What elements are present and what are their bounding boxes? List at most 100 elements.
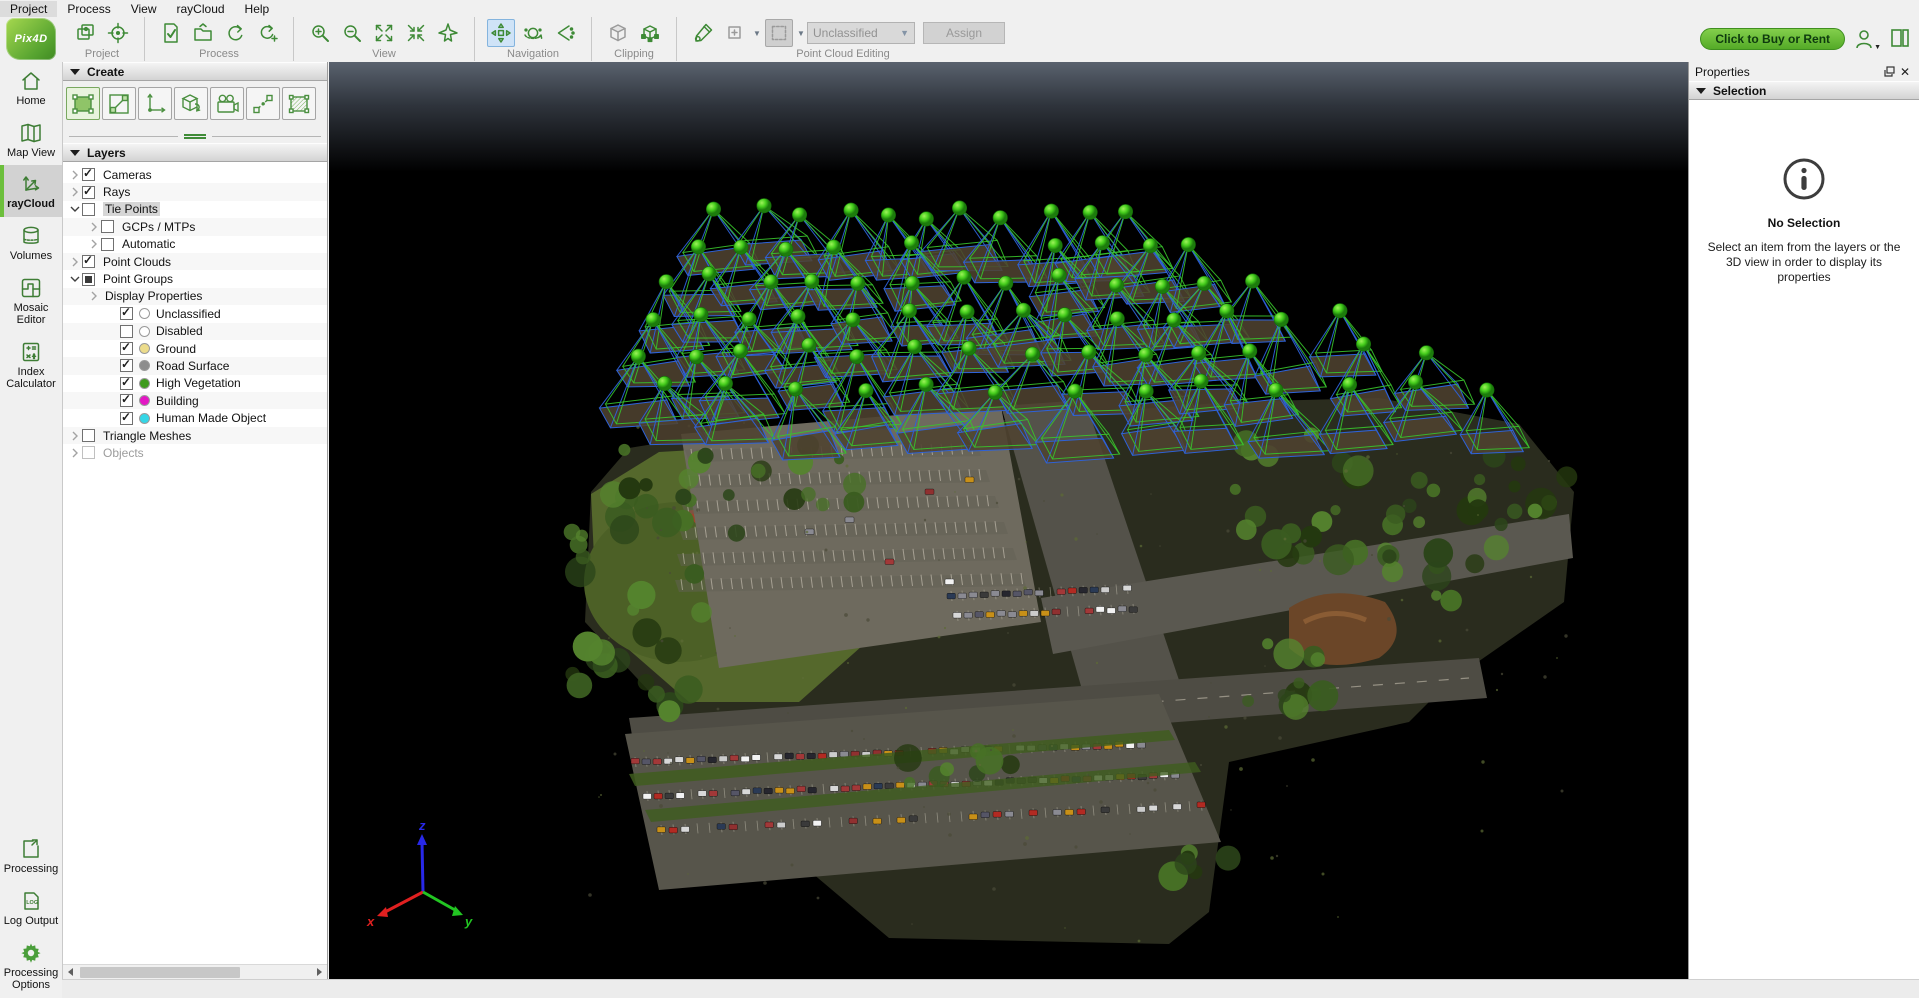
expander-icon[interactable] [67, 429, 82, 443]
new-volume-button[interactable] [174, 87, 208, 120]
expander-icon[interactable] [67, 168, 82, 182]
layer-checkbox[interactable] [120, 392, 133, 408]
layer-checkbox[interactable] [120, 357, 133, 373]
process-button[interactable] [221, 19, 249, 47]
layer-row-rays[interactable]: Rays [63, 183, 327, 201]
rail-item-processing-options[interactable]: Processing Options [0, 934, 62, 998]
layer-checkbox[interactable] [82, 253, 95, 269]
reoptimize-button[interactable] [157, 19, 185, 47]
new-video-animation-button[interactable] [210, 87, 244, 120]
new-orientation-constraint-button[interactable] [138, 87, 172, 120]
edit-point-cloud-button[interactable] [689, 19, 717, 47]
gcp-manager-button[interactable] [104, 19, 132, 47]
selection-rect-tool-button[interactable] [765, 19, 793, 47]
expander-icon[interactable] [67, 185, 82, 199]
zoom-to-fit-button[interactable] [370, 19, 398, 47]
zoom-to-selection-button[interactable] [402, 19, 430, 47]
layer-row-triangle-meshes[interactable]: Triangle Meshes [63, 426, 327, 445]
layer-checkbox[interactable] [82, 429, 95, 443]
layer-row-disabled[interactable]: Disabled [63, 322, 327, 340]
rail-item-processing[interactable]: Processing [0, 830, 62, 882]
raycloud-3d-view[interactable]: z x y [329, 62, 1688, 979]
layer-checkbox[interactable] [101, 237, 114, 251]
assign-button[interactable]: Assign [923, 22, 1006, 44]
menu-view[interactable]: View [121, 1, 167, 17]
toggle-panels-button[interactable] [1889, 27, 1911, 52]
layer-row-cameras[interactable]: Cameras [63, 166, 327, 183]
layer-row-point-groups[interactable]: Point Groups [63, 270, 327, 287]
user-account-button[interactable]: ▼ [1853, 27, 1881, 51]
expander-icon[interactable] [67, 446, 82, 460]
layer-row-point-clouds[interactable]: Point Clouds [63, 252, 327, 271]
clipping-box-button[interactable] [604, 19, 632, 47]
layer-checkbox[interactable] [120, 340, 133, 356]
rail-item-volumes[interactable]: Volumes [0, 217, 62, 269]
horizontal-scrollbar[interactable] [63, 964, 327, 979]
layer-checkbox[interactable] [120, 305, 133, 321]
layer-checkbox[interactable] [82, 446, 95, 460]
layer-row-high-vegetation[interactable]: High Vegetation [63, 375, 327, 392]
open-results-folder-button[interactable] [189, 19, 217, 47]
rail-item-map-view[interactable]: Map View [0, 114, 62, 166]
layer-checkbox[interactable] [82, 272, 95, 286]
3d-scene-canvas[interactable]: z x y [329, 62, 1688, 979]
layer-row-tie-points[interactable]: Tie Points [63, 201, 327, 218]
layer-checkbox[interactable] [82, 166, 95, 182]
layer-checkbox[interactable] [120, 410, 133, 425]
layer-row-human-made-object[interactable]: Human Made Object [63, 409, 327, 426]
layer-checkbox[interactable] [120, 324, 133, 338]
layer-row-building[interactable]: Building [63, 392, 327, 410]
reprocess-button[interactable] [253, 19, 281, 47]
layer-row-automatic[interactable]: Automatic [63, 236, 327, 253]
layer-checkbox[interactable] [120, 375, 133, 390]
layer-checkbox[interactable] [101, 220, 114, 234]
scrollbar-thumb[interactable] [80, 966, 240, 978]
layer-row-display-properties[interactable]: Display Properties [63, 287, 327, 306]
new-scale-constraint-button[interactable] [102, 87, 136, 120]
expander-icon[interactable] [67, 202, 82, 216]
expander-icon[interactable] [67, 272, 82, 286]
point-class-dropdown[interactable]: Unclassified ▼ [807, 22, 915, 44]
buy-or-rent-button[interactable]: Click to Buy or Rent [1700, 28, 1846, 50]
selection-section-header[interactable]: Selection [1689, 81, 1919, 100]
selection-rect-dropdown-caret[interactable]: ▼ [795, 19, 807, 47]
create-panel-header[interactable]: Create [63, 62, 327, 81]
expander-icon[interactable] [67, 255, 82, 269]
layer-row-gcps-mtps[interactable]: GCPs / MTPs [63, 218, 327, 236]
selection-add-tool-button[interactable] [721, 19, 749, 47]
float-panel-button[interactable] [1881, 64, 1897, 79]
expander-icon[interactable] [86, 220, 101, 234]
panel-splitter[interactable] [63, 130, 327, 143]
first-person-view-button[interactable] [551, 19, 579, 47]
selection-add-dropdown-caret[interactable]: ▼ [751, 19, 763, 47]
rail-item-index-calculator[interactable]: Index Calculator [0, 333, 62, 397]
menu-project[interactable]: Project [0, 0, 58, 17]
rail-item-log-output[interactable]: LOG Log Output [0, 882, 62, 934]
menu-raycloud[interactable]: rayCloud [167, 1, 235, 17]
flythrough-button[interactable] [434, 19, 462, 47]
edit-clipping-box-button[interactable] [636, 19, 664, 47]
pan-navigation-button[interactable] [487, 19, 515, 47]
rail-item-mosaic-editor[interactable]: Mosaic Editor [0, 269, 62, 333]
close-panel-button[interactable]: ✕ [1897, 64, 1913, 79]
trackball-navigation-button[interactable] [519, 19, 547, 47]
layer-row-unclassified[interactable]: Unclassified [63, 305, 327, 322]
project-images-button[interactable] [72, 19, 100, 47]
layer-row-ground[interactable]: Ground [63, 340, 327, 357]
layer-checkbox[interactable] [82, 202, 95, 216]
expander-icon[interactable] [86, 289, 101, 303]
layer-row-road-surface[interactable]: Road Surface [63, 357, 327, 375]
new-processing-area-button[interactable] [66, 87, 100, 120]
layer-checkbox[interactable] [82, 184, 95, 199]
rail-item-home[interactable]: Home [0, 62, 62, 114]
zoom-out-button[interactable] [338, 19, 366, 47]
menu-help[interactable]: Help [235, 1, 280, 17]
layer-row-objects[interactable]: Objects [63, 444, 327, 461]
menu-process[interactable]: Process [57, 1, 120, 17]
scroll-right-arrow[interactable] [312, 965, 327, 980]
new-polyline-button[interactable] [246, 87, 280, 120]
rail-item-raycloud[interactable]: rayCloud [0, 165, 62, 217]
zoom-in-button[interactable] [306, 19, 334, 47]
layers-panel-header[interactable]: Layers [63, 143, 327, 162]
new-surface-button[interactable] [282, 87, 316, 120]
